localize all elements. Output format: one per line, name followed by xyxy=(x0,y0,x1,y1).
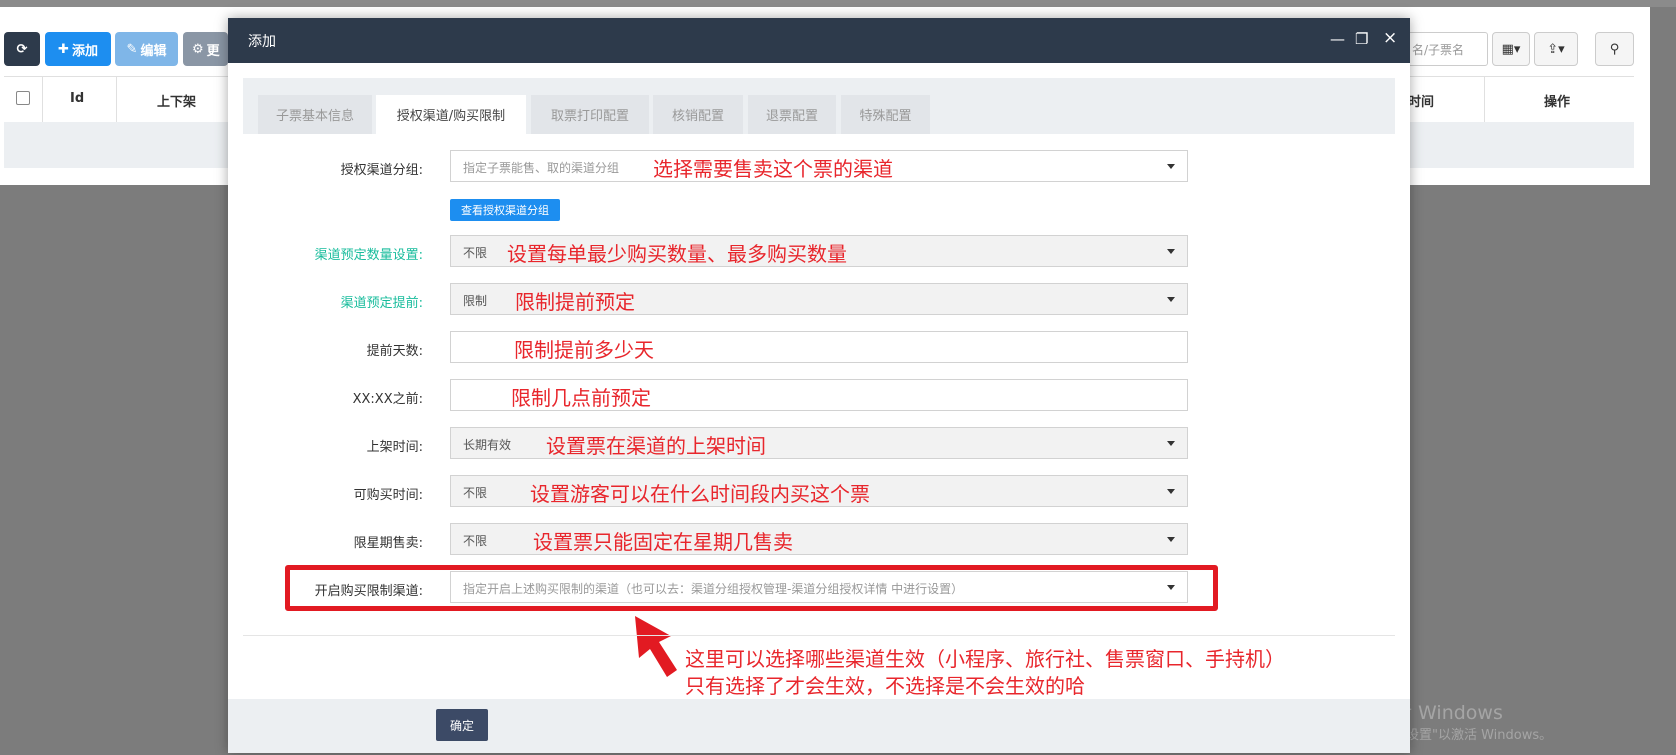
dialog-header: 添加 — ❐ × xyxy=(228,18,1410,63)
advance-days-label: 提前天数: xyxy=(366,344,423,359)
tab-refund-config[interactable]: 退票配置 xyxy=(748,95,836,134)
tab-special-config[interactable]: 特殊配置 xyxy=(841,95,930,134)
shelf-time-label: 上架时间: xyxy=(366,440,423,455)
weekday-note: 设置票只能固定在星期几售卖 xyxy=(533,530,793,554)
add-button[interactable]: ✚ 添加 xyxy=(45,32,111,66)
quantity-label: 渠道预定数量设置: xyxy=(314,248,423,263)
channel-group-label: 授权渠道分组: xyxy=(340,163,423,178)
minimize-icon[interactable]: — xyxy=(1330,30,1345,48)
refresh-button[interactable]: ⟳ xyxy=(4,32,40,66)
before-time-label: XX:XX之前: xyxy=(352,392,423,407)
quantity-note: 设置每单最少购买数量、最多购买数量 xyxy=(507,242,847,266)
tab-channel-limit[interactable]: 授权渠道/购买限制 xyxy=(376,95,526,134)
column-actions: 操作 xyxy=(1544,95,1571,110)
before-time-note: 限制几点前预定 xyxy=(511,386,651,410)
add-dialog: 添加 — ❐ × 子票基本信息 授权渠道/购买限制 取票打印配置 核销配置 退票… xyxy=(228,18,1410,753)
shelf-time-note: 设置票在渠道的上架时间 xyxy=(546,434,766,458)
chevron-down-icon xyxy=(1167,297,1175,302)
dialog-title: 添加 xyxy=(248,34,276,50)
search-button[interactable]: ⚲ xyxy=(1595,32,1634,66)
purchase-time-value: 不限 xyxy=(463,486,488,500)
purchase-time-note: 设置游客可以在什么时间段内买这个票 xyxy=(530,482,870,506)
plus-icon: ✚ xyxy=(58,41,69,57)
tab-print-config[interactable]: 取票打印配置 xyxy=(531,95,649,134)
channel-group-note: 选择需要售卖这个票的渠道 xyxy=(653,157,893,181)
grid-icon: ▦▾ xyxy=(1501,41,1521,57)
tab-bar: 子票基本信息 授权渠道/购买限制 取票打印配置 核销配置 退票配置 特殊配置 xyxy=(243,78,1395,134)
weekday-value: 不限 xyxy=(463,534,488,548)
select-all-checkbox[interactable] xyxy=(16,91,30,105)
advance-value: 限制 xyxy=(463,294,488,308)
page-top-strip xyxy=(0,0,1676,7)
quantity-value: 不限 xyxy=(463,246,488,260)
export-button[interactable]: ⇪▾ xyxy=(1534,32,1578,66)
dialog-footer: 确定 xyxy=(228,699,1410,753)
form-divider xyxy=(243,635,1395,636)
chevron-down-icon xyxy=(1167,249,1175,254)
advance-note: 限制提前预定 xyxy=(515,290,635,314)
maximize-icon[interactable]: ❐ xyxy=(1355,30,1368,48)
highlight-box xyxy=(285,565,1218,611)
columns-button[interactable]: ▦▾ xyxy=(1492,32,1530,66)
column-id[interactable]: Id xyxy=(70,91,84,106)
advance-label: 渠道预定提前: xyxy=(340,296,423,311)
export-icon: ⇪▾ xyxy=(1547,41,1565,57)
chevron-down-icon xyxy=(1167,489,1175,494)
tab-verify-config[interactable]: 核销配置 xyxy=(653,95,743,134)
column-divider xyxy=(42,77,43,123)
annotation-line-2: 只有选择了才会生效，不选择是不会生效的哈 xyxy=(685,674,1085,698)
search-input[interactable]: 名/子票名 xyxy=(1403,32,1488,66)
gear-icon: ⚙ xyxy=(192,41,204,57)
chevron-down-icon xyxy=(1167,537,1175,542)
chevron-down-icon xyxy=(1167,441,1175,446)
edit-button[interactable]: ✎ 编辑 xyxy=(115,32,178,66)
view-channel-group-button[interactable]: 查看授权渠道分组 xyxy=(450,199,560,221)
more-button[interactable]: ⚙ 更 xyxy=(183,32,228,66)
column-shelf[interactable]: 上下架 xyxy=(157,91,196,110)
advance-days-note: 限制提前多少天 xyxy=(514,338,654,362)
annotation-text: 这里可以选择哪些渠道生效（小程序、旅行社、售票窗口、手持机） 只有选择了才会生效… xyxy=(685,646,1285,700)
purchase-time-label: 可购买时间: xyxy=(353,488,423,503)
column-time[interactable]: 时间 xyxy=(1408,91,1434,110)
annotation-line-1: 这里可以选择哪些渠道生效（小程序、旅行社、售票窗口、手持机） xyxy=(685,647,1285,671)
refresh-icon: ⟳ xyxy=(16,41,28,57)
column-divider xyxy=(1484,77,1485,123)
search-icon: ⚲ xyxy=(1609,41,1620,57)
chevron-down-icon xyxy=(1167,164,1175,169)
pencil-icon: ✎ xyxy=(126,41,138,57)
column-divider xyxy=(116,77,117,123)
confirm-button[interactable]: 确定 xyxy=(436,709,488,741)
close-icon[interactable]: × xyxy=(1383,28,1397,48)
channel-group-placeholder: 指定子票能售、取的渠道分组 xyxy=(463,161,620,175)
shelf-time-value: 长期有效 xyxy=(463,438,512,452)
weekday-label: 限星期售卖: xyxy=(353,536,423,551)
tab-basic-info[interactable]: 子票基本信息 xyxy=(258,95,372,134)
annotation-arrow-icon xyxy=(635,616,677,677)
